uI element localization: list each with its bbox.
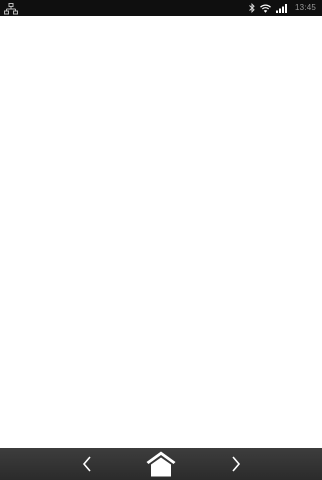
back-button[interactable] <box>72 448 102 480</box>
device-screen: 13:45 <box>0 0 322 480</box>
navigation-bar <box>0 448 322 480</box>
status-clock: 13:45 <box>294 3 316 12</box>
home-button[interactable] <box>141 448 181 480</box>
wifi-icon <box>260 4 271 13</box>
network-tree-icon <box>4 2 18 15</box>
forward-button[interactable] <box>221 448 251 480</box>
blank-content-area <box>0 16 322 448</box>
bluetooth-icon <box>249 3 255 13</box>
chevron-right-icon <box>231 456 241 472</box>
status-indicators: 13:45 <box>249 0 316 16</box>
status-bar: 13:45 <box>0 0 322 16</box>
cell-signal-icon <box>275 3 287 13</box>
chevron-left-icon <box>82 456 92 472</box>
home-icon <box>146 451 176 477</box>
